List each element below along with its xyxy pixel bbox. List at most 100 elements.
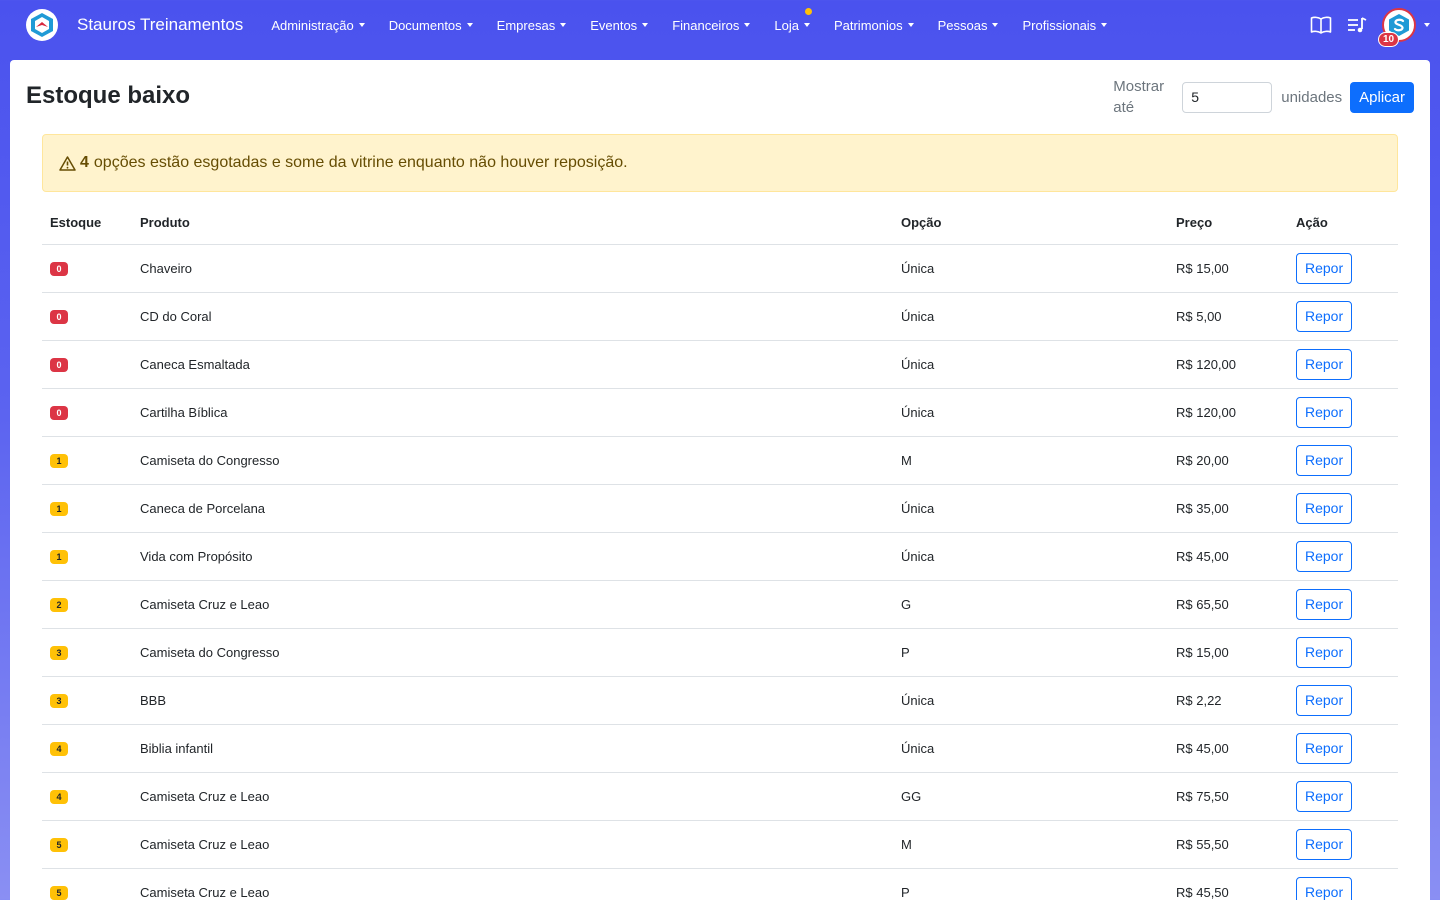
caret-down-icon bbox=[466, 23, 473, 27]
nav-empresas[interactable]: Empresas bbox=[497, 18, 567, 33]
sold-out-alert: 4 opções estão esgotadas e some da vitri… bbox=[42, 134, 1398, 192]
playlist-icon[interactable] bbox=[1346, 15, 1368, 35]
stock-badge: 4 bbox=[50, 742, 68, 756]
option-cell: Única bbox=[893, 676, 1168, 725]
main-card: Estoque baixo Mostrar até unidades Aplic… bbox=[10, 60, 1430, 900]
notification-dot bbox=[804, 7, 812, 15]
action-cell: Repor bbox=[1288, 340, 1398, 389]
nav-eventos[interactable]: Eventos bbox=[590, 17, 649, 33]
stock-badge: 1 bbox=[50, 454, 68, 468]
menu-item-label: Financeiros bbox=[672, 17, 740, 33]
restock-button[interactable]: Repor bbox=[1296, 492, 1353, 524]
table-row: 5 Camiseta Cruz e Leao M R$ 55,50 Repor bbox=[42, 820, 1398, 869]
user-menu[interactable]: 10 bbox=[1378, 8, 1430, 47]
stock-badge: 0 bbox=[50, 262, 68, 276]
nav-documentos[interactable]: Documentos bbox=[389, 18, 473, 33]
restock-button[interactable]: Repor bbox=[1296, 588, 1353, 620]
restock-button[interactable]: Repor bbox=[1296, 684, 1353, 716]
low-stock-table-wrap: Estoque Produto Opção Preço Ação 0 Chavei… bbox=[42, 202, 1398, 900]
restock-button[interactable]: Repor bbox=[1296, 252, 1353, 284]
stock-cell: 0 bbox=[42, 292, 132, 341]
table-row: 1 Caneca de Porcelana Única R$ 35,00 Repor bbox=[42, 484, 1398, 533]
book-icon[interactable] bbox=[1310, 15, 1332, 35]
restock-button[interactable]: Repor bbox=[1296, 828, 1353, 860]
restock-button[interactable]: Repor bbox=[1296, 732, 1353, 764]
nav-financeiros[interactable]: Financeiros bbox=[672, 17, 751, 33]
apply-button[interactable]: Aplicar bbox=[1350, 81, 1414, 113]
menu-item-label: Loja bbox=[774, 17, 799, 33]
caret-down-icon bbox=[803, 23, 810, 27]
product-cell: Cartilha Bíblica bbox=[132, 388, 893, 437]
max-units-input[interactable] bbox=[1182, 81, 1273, 113]
menu-item-label: Empresas bbox=[496, 17, 556, 33]
option-cell: M bbox=[893, 820, 1168, 869]
stock-cell: 4 bbox=[42, 724, 132, 773]
restock-button[interactable]: Repor bbox=[1296, 780, 1353, 812]
restock-button[interactable]: Repor bbox=[1296, 540, 1353, 572]
product-cell: Chaveiro bbox=[132, 244, 893, 293]
option-cell: Única bbox=[893, 292, 1168, 341]
stock-badge: 1 bbox=[50, 550, 68, 564]
option-cell: P bbox=[893, 868, 1168, 900]
restock-button[interactable]: Repor bbox=[1296, 300, 1353, 332]
stock-cell: 0 bbox=[42, 340, 132, 389]
product-cell: Camiseta Cruz e Leao bbox=[132, 868, 893, 900]
action-cell: Repor bbox=[1288, 868, 1398, 900]
price-cell: R$ 35,00 bbox=[1168, 484, 1288, 533]
product-cell: Camiseta Cruz e Leao bbox=[132, 820, 893, 869]
restock-button[interactable]: Repor bbox=[1296, 876, 1353, 900]
price-cell: R$ 15,00 bbox=[1168, 244, 1288, 293]
logo[interactable] bbox=[26, 9, 58, 41]
menu-item-label: Eventos bbox=[590, 17, 638, 33]
top-navbar: Stauros Treinamentos Administração Docume… bbox=[0, 0, 1440, 50]
menu-item-label: Profissionais bbox=[1022, 17, 1097, 33]
stock-cell: 5 bbox=[42, 868, 132, 900]
nav-pessoas[interactable]: Pessoas bbox=[938, 18, 999, 33]
table-row: 0 CD do Coral Única R$ 5,00 Repor bbox=[42, 292, 1398, 341]
stock-filter: Mostrar até unidades Aplicar bbox=[1113, 76, 1414, 118]
price-cell: R$ 20,00 bbox=[1168, 436, 1288, 485]
caret-down-icon bbox=[744, 23, 751, 27]
product-cell: Caneca de Porcelana bbox=[132, 484, 893, 533]
action-cell: Repor bbox=[1288, 580, 1398, 629]
stock-cell: 0 bbox=[42, 388, 132, 437]
stock-badge: 5 bbox=[50, 886, 68, 900]
table-body: 0 Chaveiro Única R$ 15,00 Repor 0 CD do Coral Ú… bbox=[42, 244, 1398, 900]
nav-profissionais[interactable]: Profissionais bbox=[1022, 17, 1108, 33]
nav-administracao[interactable]: Administração bbox=[271, 18, 365, 33]
sold-out-count: 4 bbox=[80, 154, 89, 171]
filter-label: Mostrar até bbox=[1113, 78, 1165, 116]
option-cell: Única bbox=[893, 724, 1168, 773]
navbar-right: 10 bbox=[1310, 0, 1430, 50]
nav-loja[interactable]: Loja bbox=[774, 7, 812, 33]
restock-button[interactable]: Repor bbox=[1296, 444, 1353, 476]
restock-button[interactable]: Repor bbox=[1296, 636, 1353, 668]
brand-name[interactable]: Stauros Treinamentos bbox=[77, 15, 243, 35]
caret-down-icon bbox=[642, 23, 649, 27]
product-cell: BBB bbox=[132, 676, 893, 725]
low-stock-table: Estoque Produto Opção Preço Ação 0 Chavei… bbox=[42, 202, 1398, 900]
price-cell: R$ 65,50 bbox=[1168, 580, 1288, 629]
stock-badge: 3 bbox=[50, 646, 68, 660]
table-row: 3 BBB Única R$ 2,22 Repor bbox=[42, 676, 1398, 725]
price-cell: R$ 5,00 bbox=[1168, 292, 1288, 341]
restock-button[interactable]: Repor bbox=[1296, 396, 1353, 428]
option-cell: GG bbox=[893, 772, 1168, 821]
action-cell: Repor bbox=[1288, 388, 1398, 437]
caret-down-icon bbox=[992, 23, 999, 27]
warning-icon bbox=[59, 155, 76, 171]
action-cell: Repor bbox=[1288, 532, 1398, 581]
stock-badge: 0 bbox=[50, 406, 68, 420]
option-cell: Única bbox=[893, 340, 1168, 389]
restock-button[interactable]: Repor bbox=[1296, 348, 1353, 380]
stock-cell: 3 bbox=[42, 628, 132, 677]
action-cell: Repor bbox=[1288, 436, 1398, 485]
price-cell: R$ 75,50 bbox=[1168, 772, 1288, 821]
nav-patrimonios[interactable]: Patrimonios bbox=[834, 18, 914, 33]
stock-cell: 0 bbox=[42, 244, 132, 293]
stock-badge: 5 bbox=[50, 838, 68, 852]
product-cell: CD do Coral bbox=[132, 292, 893, 341]
price-cell: R$ 15,00 bbox=[1168, 628, 1288, 677]
price-cell: R$ 55,50 bbox=[1168, 820, 1288, 869]
caret-down-icon bbox=[358, 23, 365, 27]
